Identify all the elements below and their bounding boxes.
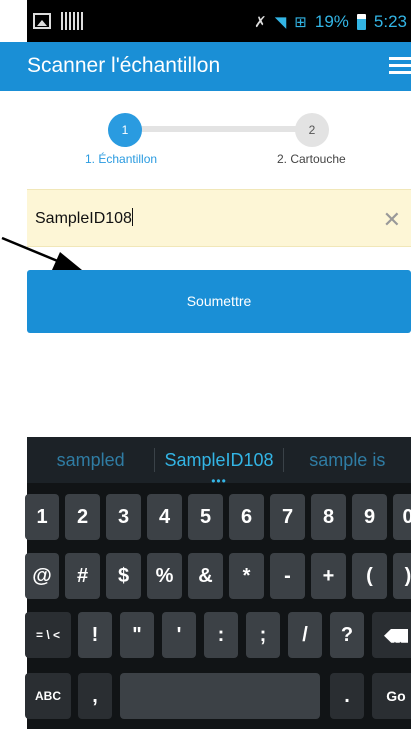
status-bar: ✗ ◥ ⊞ 19% 5:23 [27,0,411,42]
key-6[interactable]: 6 [229,494,264,540]
sample-id-input[interactable]: SampleID108 [35,208,133,228]
network-icon: ⊞ [294,14,307,31]
key-paren-open[interactable]: ( [352,553,387,599]
key-more-symbols[interactable]: = \ < [25,612,71,658]
stepper-connector [125,126,311,132]
key-percent[interactable]: % [147,553,182,599]
clear-icon[interactable]: ✕ [383,207,401,233]
backspace-key[interactable] [372,612,411,658]
key-1[interactable]: 1 [25,494,59,540]
key-hash[interactable]: # [65,553,100,599]
battery-percent: 19% [314,12,349,31]
key-plus[interactable]: + [311,553,346,599]
key-3[interactable]: 3 [106,494,141,540]
key-row-symbols-2: = \ < ! " ' : ; / ? [25,612,411,662]
key-asterisk[interactable]: * [229,553,264,599]
key-8[interactable]: 8 [311,494,346,540]
barcode-notification-icon [61,12,83,30]
progress-stepper: 1 2 1. Échantillon 2. Cartouche [27,91,411,189]
page-title: Scanner l'échantillon [27,54,221,77]
key-5[interactable]: 5 [188,494,223,540]
text-caret [131,208,133,226]
backspace-icon [384,628,408,643]
step2-label: 2. Cartouche [277,152,346,166]
key-7[interactable]: 7 [270,494,305,540]
image-notification-icon [33,13,51,29]
key-period[interactable]: . [330,673,364,719]
suggestion-1[interactable]: sampled [27,450,154,471]
key-semicolon[interactable]: ; [246,612,280,658]
key-ampersand[interactable]: & [188,553,223,599]
hamburger-menu-icon[interactable] [389,57,411,75]
key-at[interactable]: @ [25,553,59,599]
key-9[interactable]: 9 [352,494,387,540]
clock: 5:23 [373,12,407,31]
key-4[interactable]: 4 [147,494,182,540]
step1-label: 1. Échantillon [85,152,158,166]
go-key[interactable]: Go [372,673,411,719]
wifi-icon: ◥ [274,14,287,31]
app-bar: Scanner l'échantillon [0,42,411,91]
key-colon[interactable]: : [204,612,238,658]
battery-icon [356,14,366,30]
key-row-bottom: ABC , . Go [25,673,411,723]
annotation-arrow [1,236,82,270]
suggestion-3[interactable]: sample is [284,450,411,471]
key-question[interactable]: ? [330,612,364,658]
key-slash[interactable]: / [288,612,322,658]
key-dollar[interactable]: $ [106,553,141,599]
more-suggestions-icon: ••• [211,473,227,488]
key-row-digits: 1 2 3 4 5 6 7 8 9 0 [25,494,411,544]
on-screen-keyboard: sampled SampleID108 ••• sample is 1 2 3 4… [25,437,411,729]
key-paren-close[interactable]: ) [393,553,411,599]
key-row-symbols-1: @ # $ % & * - + ( ) [25,553,411,603]
step1-indicator: 1 [108,113,142,147]
key-double-quote[interactable]: " [120,612,154,658]
key-2[interactable]: 2 [65,494,100,540]
key-0[interactable]: 0 [393,494,411,540]
key-exclamation[interactable]: ! [78,612,112,658]
step2-indicator: 2 [295,113,329,147]
sample-id-value: SampleID108 [35,210,132,227]
suggestion-2[interactable]: SampleID108 ••• [155,450,282,488]
suggestion-strip: sampled SampleID108 ••• sample is [27,437,411,488]
key-abc[interactable]: ABC [25,673,71,719]
space-key[interactable] [120,673,320,719]
mute-icon: ✗ [254,14,267,31]
phone-screen: ✗ ◥ ⊞ 19% 5:23 Scanner l'échantillon 1 2… [0,0,411,729]
key-single-quote[interactable]: ' [162,612,196,658]
key-comma[interactable]: , [78,673,112,719]
key-minus[interactable]: - [270,553,305,599]
